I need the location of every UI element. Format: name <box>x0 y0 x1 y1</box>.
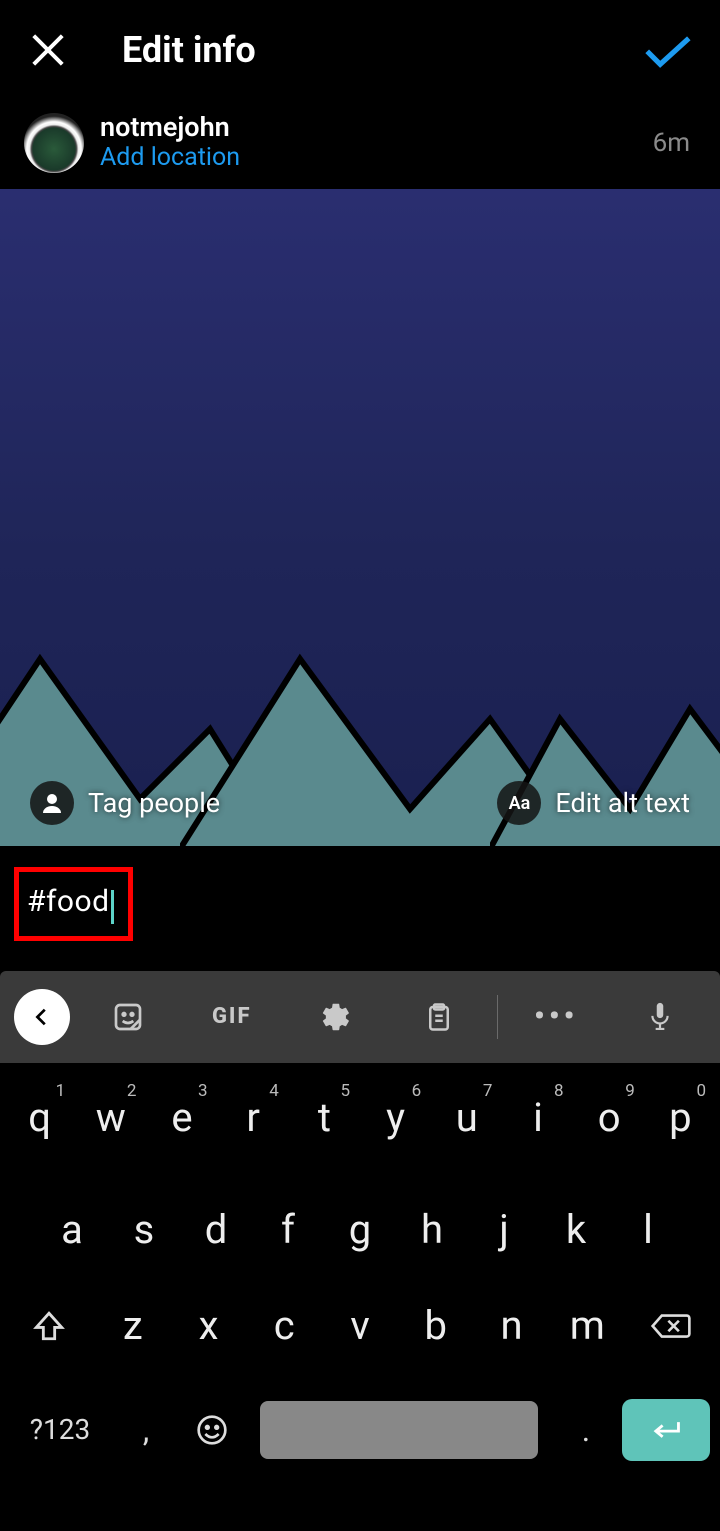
toolbar-collapse-button[interactable] <box>14 989 70 1045</box>
soft-keyboard: q1w2e3r4t5y6u7i8o9p0 asdfghjkl zxcvbnm ?… <box>0 1063 720 1481</box>
key-p[interactable]: p0 <box>645 1085 716 1151</box>
key-q[interactable]: q1 <box>4 1085 75 1151</box>
confirm-button[interactable] <box>640 22 696 78</box>
tag-people-label: Tag people <box>88 787 220 819</box>
backspace-icon <box>650 1310 692 1342</box>
caption-input[interactable]: #food <box>14 867 133 941</box>
post-image[interactable]: Tag people Aa Edit alt text <box>0 189 720 849</box>
key-a[interactable]: a <box>36 1197 108 1263</box>
close-button[interactable] <box>24 26 72 74</box>
key-x[interactable]: x <box>171 1293 247 1359</box>
key-u[interactable]: u7 <box>431 1085 502 1151</box>
toolbar-divider <box>497 995 498 1039</box>
enter-key[interactable] <box>622 1399 710 1461</box>
key-c[interactable]: c <box>246 1293 322 1359</box>
header-bar: Edit info <box>0 0 720 100</box>
key-w[interactable]: w2 <box>75 1085 146 1151</box>
key-z[interactable]: z <box>95 1293 171 1359</box>
check-icon <box>642 29 694 71</box>
emoji-icon <box>196 1414 228 1446</box>
shift-key[interactable] <box>4 1293 95 1359</box>
key-h[interactable]: h <box>396 1197 468 1263</box>
comma-key[interactable]: , <box>116 1411 176 1449</box>
close-icon <box>29 31 67 69</box>
gif-button[interactable]: GIF <box>186 989 278 1045</box>
voice-input-button[interactable] <box>614 989 706 1045</box>
enter-icon <box>649 1417 683 1443</box>
avatar[interactable] <box>24 113 84 173</box>
key-d[interactable]: d <box>180 1197 252 1263</box>
key-r[interactable]: r4 <box>218 1085 289 1151</box>
emoji-key[interactable] <box>182 1414 242 1446</box>
key-o[interactable]: o9 <box>574 1085 645 1151</box>
key-f[interactable]: f <box>252 1197 324 1263</box>
key-v[interactable]: v <box>322 1293 398 1359</box>
key-s[interactable]: s <box>108 1197 180 1263</box>
symbols-key[interactable]: ?123 <box>10 1413 110 1446</box>
more-button[interactable]: ••• <box>510 989 602 1045</box>
key-n[interactable]: n <box>474 1293 550 1359</box>
keyboard-toolbar: GIF ••• <box>0 971 720 1063</box>
edit-alt-text-label: Edit alt text <box>555 787 690 819</box>
period-key[interactable]: . <box>556 1411 616 1449</box>
clipboard-button[interactable] <box>393 989 485 1045</box>
caption-text: #food <box>27 884 110 919</box>
key-j[interactable]: j <box>468 1197 540 1263</box>
clipboard-icon <box>424 1001 454 1033</box>
key-l[interactable]: l <box>612 1197 684 1263</box>
key-i[interactable]: i8 <box>502 1085 573 1151</box>
sticker-button[interactable] <box>82 989 174 1045</box>
settings-button[interactable] <box>290 989 382 1045</box>
post-time: 6m <box>653 128 690 158</box>
key-g[interactable]: g <box>324 1197 396 1263</box>
shift-icon <box>32 1309 66 1343</box>
page-title: Edit info <box>122 29 256 71</box>
key-k[interactable]: k <box>540 1197 612 1263</box>
key-t[interactable]: t5 <box>289 1085 360 1151</box>
chevron-left-icon <box>31 1006 53 1028</box>
person-icon <box>30 781 74 825</box>
text-cursor-icon <box>111 890 114 924</box>
key-b[interactable]: b <box>398 1293 474 1359</box>
key-e[interactable]: e3 <box>146 1085 217 1151</box>
key-m[interactable]: m <box>549 1293 625 1359</box>
add-location-link[interactable]: Add location <box>100 143 653 173</box>
username: notmejohn <box>100 112 653 143</box>
backspace-key[interactable] <box>625 1293 716 1359</box>
edit-alt-text-button[interactable]: Aa Edit alt text <box>497 781 690 825</box>
caption-area: #food <box>0 849 720 971</box>
author-row: notmejohn Add location 6m <box>0 100 720 189</box>
alt-text-icon: Aa <box>497 781 541 825</box>
sticker-icon <box>112 1001 144 1033</box>
gear-icon <box>320 1001 352 1033</box>
tag-people-button[interactable]: Tag people <box>30 781 220 825</box>
microphone-icon <box>647 1000 673 1034</box>
key-y[interactable]: y6 <box>360 1085 431 1151</box>
ellipsis-icon: ••• <box>534 999 578 1034</box>
space-key[interactable] <box>260 1401 538 1459</box>
